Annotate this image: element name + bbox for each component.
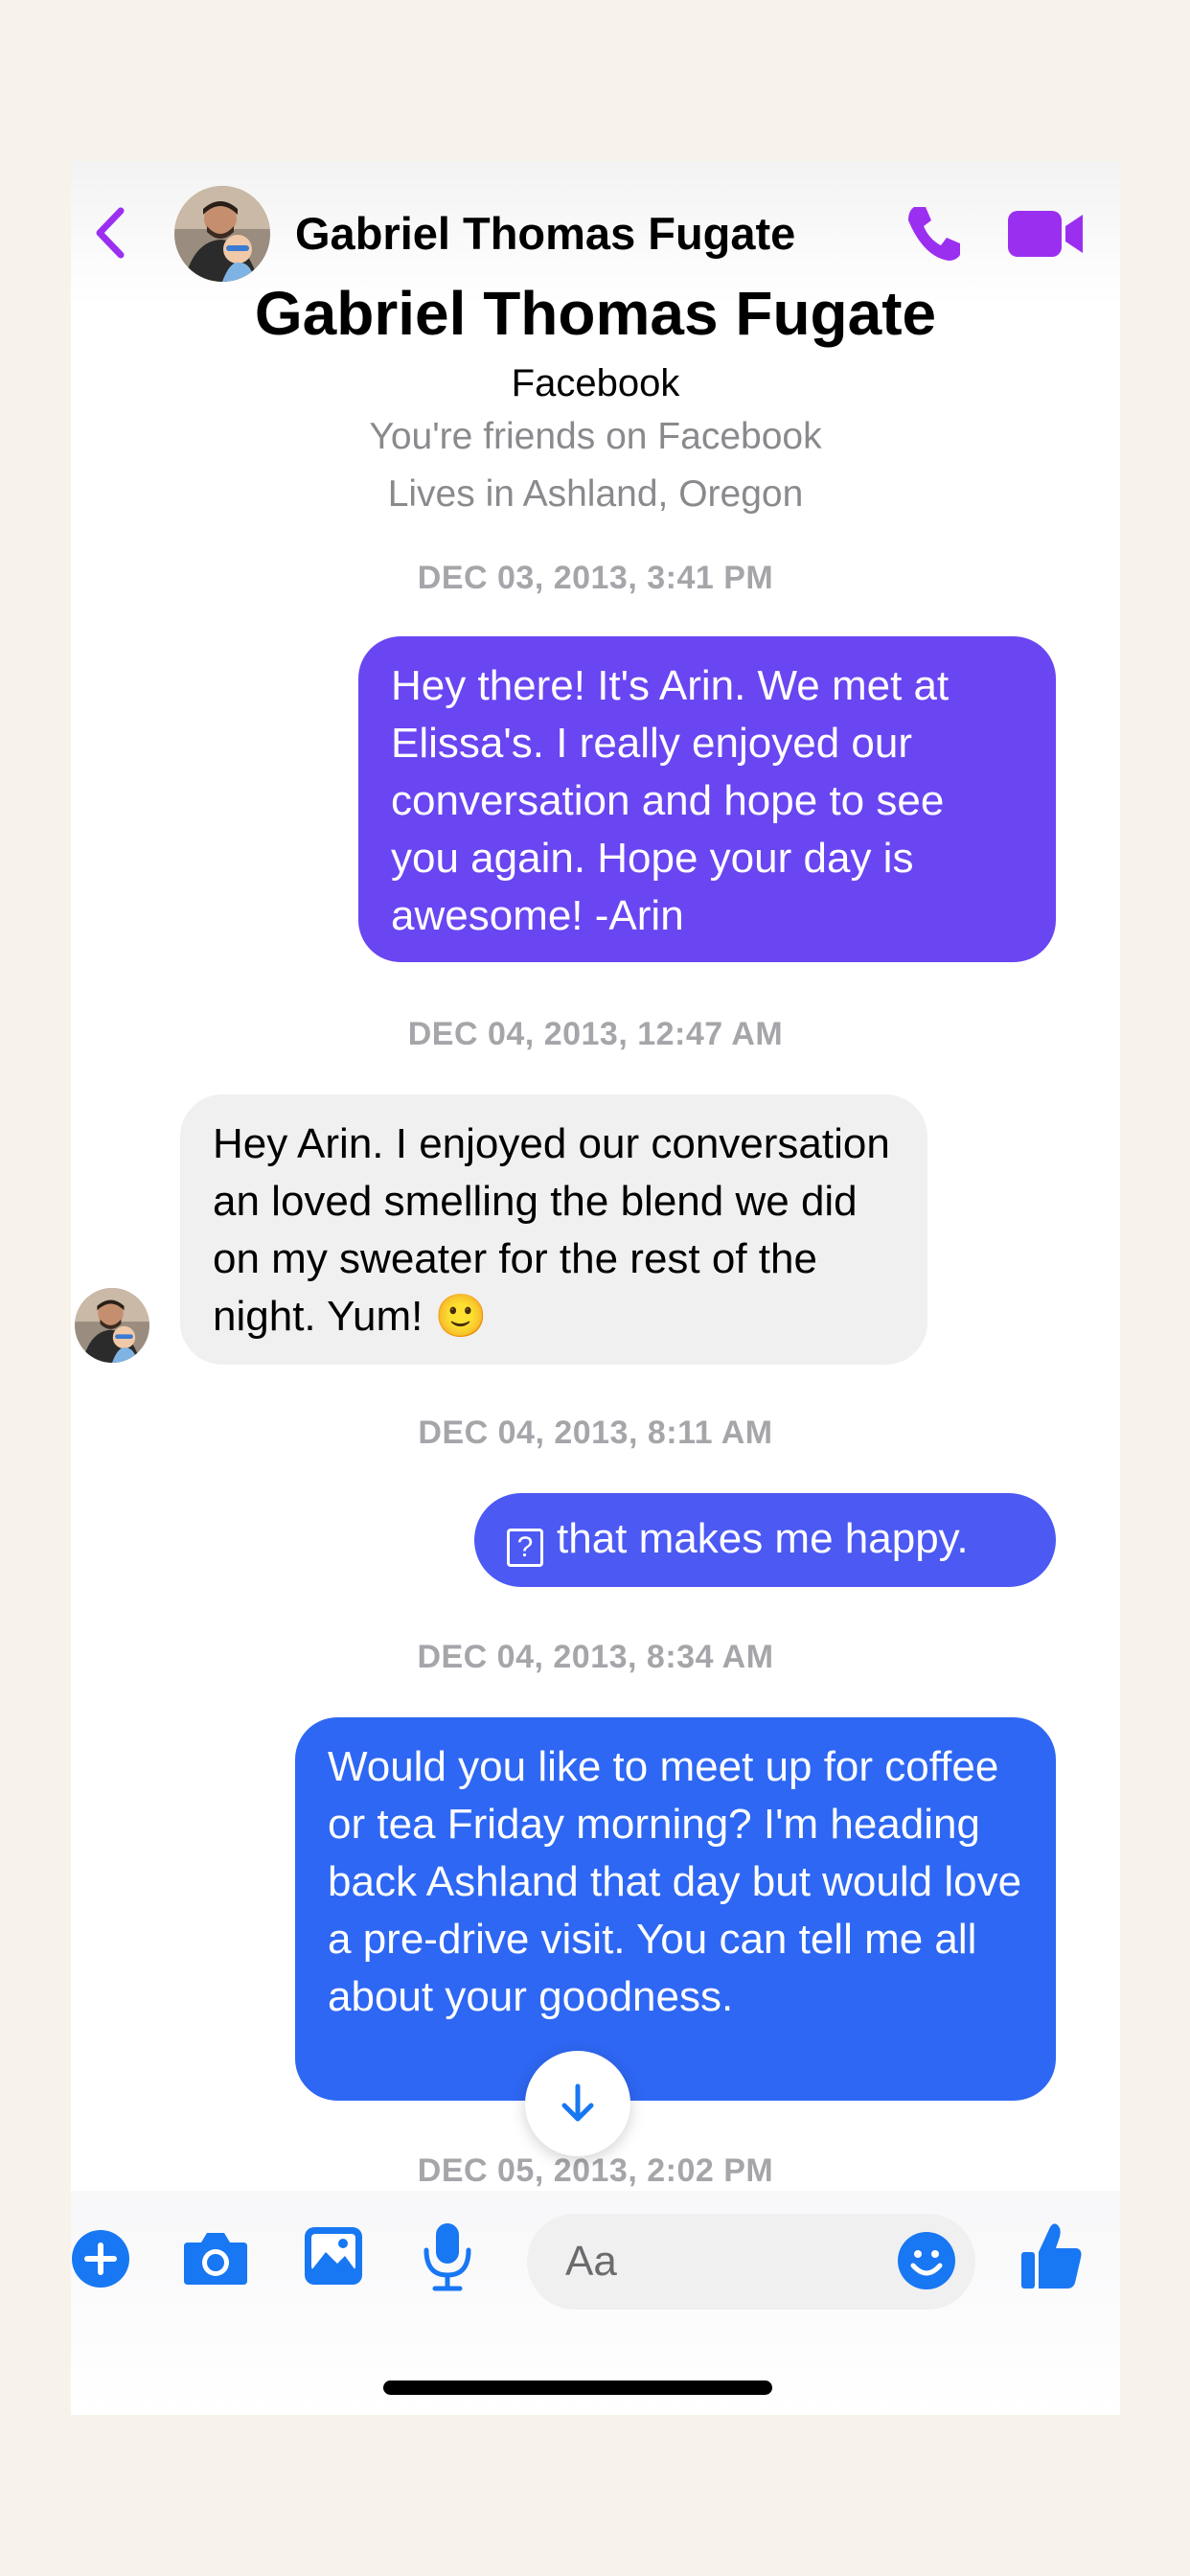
chevron-left-icon[interactable] bbox=[84, 199, 142, 266]
message-timestamp: DEC 04, 2013, 8:34 AM bbox=[417, 1639, 774, 1675]
profile-location: Lives in Ashland, Oregon bbox=[387, 473, 804, 515]
message-text: that makes me happy. bbox=[557, 1515, 969, 1562]
profile-name: Gabriel Thomas Fugate bbox=[254, 279, 937, 348]
image-icon[interactable] bbox=[303, 2225, 364, 2287]
plus-icon[interactable] bbox=[71, 2229, 130, 2288]
contact-name[interactable]: Gabriel Thomas Fugate bbox=[295, 207, 795, 260]
message-timestamp: DEC 04, 2013, 8:11 AM bbox=[418, 1414, 773, 1451]
home-indicator[interactable] bbox=[383, 2380, 772, 2395]
message-timestamp: DEC 05, 2013, 2:02 PM bbox=[417, 2152, 774, 2189]
messenger-screen: Gabriel Thomas Fugate Gabriel Thomas Fug… bbox=[71, 161, 1120, 2415]
video-camera-icon[interactable] bbox=[1008, 207, 1085, 261]
profile-source: Facebook bbox=[511, 362, 680, 404]
smiley-icon[interactable] bbox=[897, 2231, 956, 2290]
sender-avatar[interactable] bbox=[75, 1288, 149, 1363]
incoming-message-bubble[interactable]: Hey Arin. I enjoyed our conversation an … bbox=[180, 1094, 927, 1365]
friend-status: You're friends on Facebook bbox=[369, 416, 822, 457]
arrow-down-icon bbox=[561, 2083, 594, 2122]
phone-icon[interactable] bbox=[901, 199, 968, 266]
camera-icon[interactable] bbox=[182, 2229, 249, 2287]
message-timestamp: DEC 04, 2013, 12:47 AM bbox=[407, 1016, 784, 1052]
outgoing-message-bubble[interactable]: Would you like to meet up for coffee or … bbox=[295, 1717, 1056, 2101]
missing-glyph-icon: ? bbox=[507, 1529, 543, 1567]
microphone-icon[interactable] bbox=[422, 2221, 473, 2292]
avatar[interactable] bbox=[174, 186, 270, 282]
scroll-to-bottom-button[interactable] bbox=[525, 2051, 630, 2156]
message-timestamp: DEC 03, 2013, 3:41 PM bbox=[417, 560, 774, 596]
thumbs-up-icon[interactable] bbox=[1019, 2221, 1085, 2290]
outgoing-message-bubble[interactable]: ? that makes me happy. bbox=[474, 1493, 1056, 1587]
outgoing-message-bubble[interactable]: Hey there! It's Arin. We met at Elissa's… bbox=[358, 636, 1056, 962]
